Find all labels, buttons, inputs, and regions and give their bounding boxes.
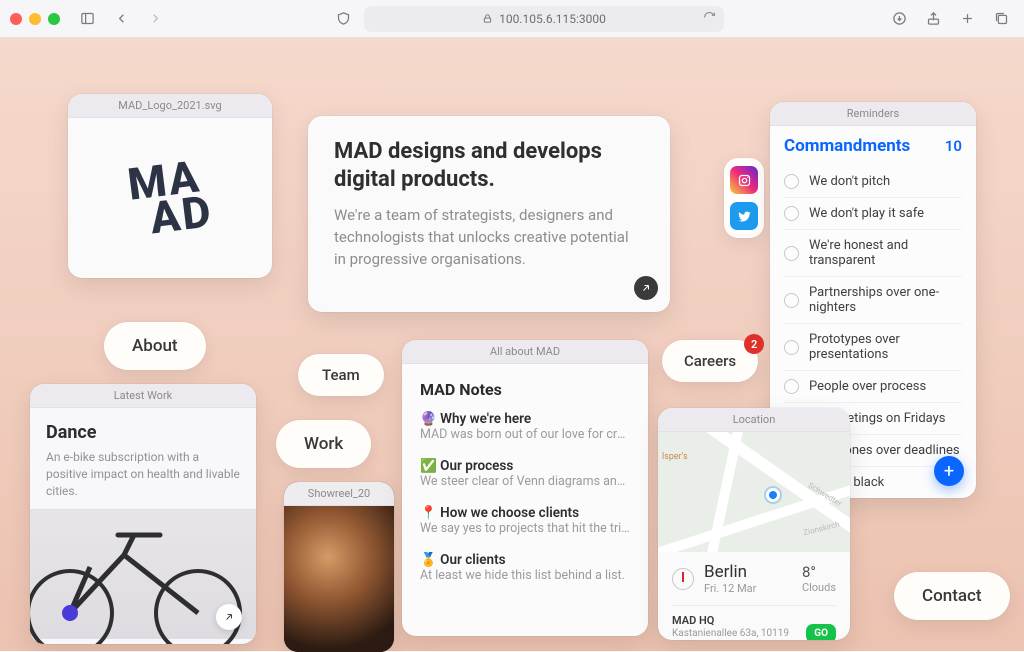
reminder-label: People over process [809,379,926,394]
careers-badge: 2 [744,334,764,354]
note-desc: At least we hide this list behind a list… [420,568,630,583]
twitter-icon[interactable] [730,202,758,230]
close-window-button[interactable] [10,13,22,25]
go-button[interactable]: GO [806,624,836,640]
reminder-label: We don't play it safe [809,206,924,221]
location-header: Location [658,408,850,432]
lock-icon [482,13,493,24]
page-canvas: MAD_Logo_2021.svg MAAD MAD designs and d… [0,38,1024,651]
reminder-label: We're honest and transparent [809,238,962,268]
minimize-window-button[interactable] [29,13,41,25]
location-card[interactable]: Location lsper's Schwedter Zionskirch Be… [658,408,850,640]
note-item[interactable]: 🏅 Our clientsAt least we hide this list … [420,552,630,583]
reminder-item[interactable]: Partnerships over one-nighters [784,277,962,324]
instagram-icon[interactable] [730,166,758,194]
new-tab-icon[interactable] [954,7,980,31]
note-item[interactable]: 🔮 Why we're hereMAD was born out of our … [420,411,630,442]
careers-label: Careers [684,352,736,370]
hq-address: Kastanienallee 63a, 10119 Berlin [672,628,806,640]
forward-button[interactable] [142,7,168,31]
note-title: 🏅 Our clients [420,552,630,568]
note-item[interactable]: 📍 How we choose clientsWe say yes to pro… [420,505,630,536]
intro-title: MAD designs and develops digital product… [334,138,644,193]
intro-card: MAD designs and develops digital product… [308,116,670,312]
location-conditions: Clouds [802,581,836,594]
notes-header: All about MAD [402,340,648,364]
about-button[interactable]: About [104,322,206,370]
reminders-header: Reminders [770,102,976,126]
social-links [724,158,764,238]
work-button[interactable]: Work [276,420,371,468]
reminders-title: Commandments [784,136,910,156]
window-controls [10,13,60,25]
intro-body: We're a team of strategists, designers a… [334,205,644,270]
latest-work-title: Dance [46,422,240,443]
notes-title: MAD Notes [420,380,630,399]
reminder-item[interactable]: We're honest and transparent [784,230,962,277]
reminder-item[interactable]: We don't pitch [784,166,962,198]
reminder-label: We don't pitch [809,174,890,189]
compass-icon [672,568,694,590]
checkbox-icon[interactable] [784,174,799,189]
note-desc: We steer clear of Venn diagrams and pro… [420,474,630,489]
reminder-label: Prototypes over presentations [809,332,962,362]
latest-work-desc: An e-bike subscription with a positive i… [46,449,240,499]
notes-card: All about MAD MAD Notes 🔮 Why we're here… [402,340,648,636]
note-title: 🔮 Why we're here [420,411,630,427]
latest-work-header: Latest Work [30,384,256,408]
reminders-count: 10 [945,137,962,155]
showreel-card[interactable]: Showreel_20 [284,482,394,652]
showreel-header: Showreel_20 [284,482,394,506]
checkbox-icon[interactable] [784,293,799,308]
checkbox-icon[interactable] [784,340,799,355]
note-desc: We say yes to projects that hit the trif… [420,521,630,536]
url-text: 100.105.6.115:3000 [499,12,606,26]
contact-button[interactable]: Contact [894,572,1010,620]
reload-icon[interactable] [703,11,716,27]
note-desc: MAD was born out of our love for creatin… [420,427,630,442]
map-poi-label: lsper's [662,452,688,462]
checkbox-icon[interactable] [784,206,799,221]
map-image: lsper's Schwedter Zionskirch [658,432,850,552]
shield-icon[interactable] [330,7,356,31]
hq-name: MAD HQ [672,614,806,628]
logo-card[interactable]: MAD_Logo_2021.svg MAAD [68,94,272,278]
logo-image: MAAD [68,118,272,278]
add-reminder-button[interactable]: + [934,456,964,486]
latest-work-card[interactable]: Latest Work Dance An e-bike subscription… [30,384,256,644]
showreel-thumbnail [284,506,394,652]
downloads-icon[interactable] [886,7,912,31]
note-title: ✅ Our process [420,458,630,474]
location-temp: 8° [802,563,836,581]
note-item[interactable]: ✅ Our processWe steer clear of Venn diag… [420,458,630,489]
expand-icon[interactable] [634,276,658,300]
reminder-item[interactable]: We don't play it safe [784,198,962,230]
checkbox-icon[interactable] [784,379,799,394]
note-title: 📍 How we choose clients [420,505,630,521]
reminder-item[interactable]: Prototypes over presentations [784,324,962,371]
careers-button[interactable]: Careers 2 [662,340,758,382]
reminder-label: Partnerships over one-nighters [809,285,962,315]
tab-overview-icon[interactable] [988,7,1014,31]
location-city: Berlin [704,562,756,582]
reminder-item[interactable]: People over process [784,371,962,403]
team-button[interactable]: Team [298,354,384,396]
logo-card-header: MAD_Logo_2021.svg [68,94,272,118]
browser-toolbar: 100.105.6.115:3000 [0,0,1024,38]
expand-icon[interactable] [216,604,242,630]
map-pin-icon [766,488,780,502]
maximize-window-button[interactable] [48,13,60,25]
map-street-label: Zionskirch [802,520,840,538]
checkbox-icon[interactable] [784,246,799,261]
share-icon[interactable] [920,7,946,31]
location-date: Fri. 12 Mar [704,582,756,595]
address-bar[interactable]: 100.105.6.115:3000 [364,6,724,32]
sidebar-toggle-icon[interactable] [74,7,100,31]
back-button[interactable] [108,7,134,31]
